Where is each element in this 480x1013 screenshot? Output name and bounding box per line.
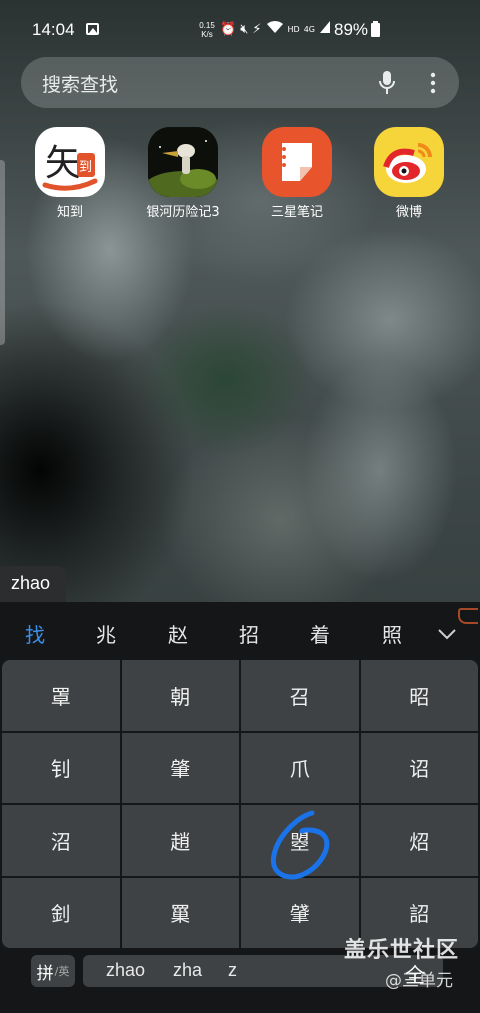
- watermark-author: @三单元: [385, 971, 453, 991]
- zhidao-logo-icon: 矢 到: [42, 143, 98, 191]
- weibo-app-icon[interactable]: [374, 127, 444, 197]
- svg-text:到: 到: [79, 160, 92, 175]
- sticker-icon[interactable]: [458, 608, 478, 624]
- char-key[interactable]: 釗: [2, 877, 120, 948]
- char-key[interactable]: 炤: [360, 805, 478, 876]
- candidate-word[interactable]: 兆: [86, 619, 126, 648]
- app-label: 知到: [56, 205, 83, 220]
- mute-icon: 🔇︎: [240, 22, 249, 37]
- language-main-label: 拼: [36, 963, 54, 984]
- char-key[interactable]: 沼: [2, 805, 120, 876]
- char-key[interactable]: 爪: [241, 732, 359, 803]
- charging-icon: ⚡: [252, 22, 262, 37]
- samsung-notes-app-icon[interactable]: [262, 127, 332, 197]
- chevron-down-icon[interactable]: [437, 628, 457, 640]
- status-icons: ⏰ 🔇︎ ⚡ HD 4G: [220, 20, 331, 40]
- candidate-word[interactable]: 着: [300, 619, 340, 648]
- watermark-title: 盖乐世社区: [344, 938, 460, 963]
- battery-icon: [371, 21, 380, 37]
- candidate-word[interactable]: 赵: [158, 619, 198, 648]
- char-key[interactable]: 罩: [2, 660, 120, 731]
- wifi-icon: [266, 20, 284, 41]
- network-speed-value: 0.15: [199, 21, 215, 30]
- pinyin-option[interactable]: z: [228, 960, 237, 981]
- composing-text: zhao: [0, 566, 66, 602]
- char-key[interactable]: 昭: [360, 660, 478, 731]
- signal-icon: [319, 20, 331, 41]
- char-key[interactable]: 曌: [241, 805, 359, 876]
- search-placeholder[interactable]: 搜索查找: [42, 70, 118, 97]
- char-key[interactable]: 朝: [121, 660, 239, 731]
- pinyin-option[interactable]: zhao: [106, 960, 145, 981]
- app-label: 三星笔记: [270, 205, 323, 220]
- network-type-label: 4G: [303, 25, 316, 34]
- pinyin-option[interactable]: zha: [173, 960, 202, 981]
- more-options-icon[interactable]: [426, 71, 440, 95]
- language-switch-button[interactable]: 拼/英: [31, 955, 75, 987]
- char-key[interactable]: 钊: [2, 732, 120, 803]
- weibo-logo-icon: [383, 143, 432, 183]
- status-bar: 14:04 0.15 K/s ⏰ 🔇︎ ⚡ HD 4G 89%: [0, 0, 480, 60]
- app-weibo[interactable]: 微博: [354, 127, 464, 220]
- app-zhidao[interactable]: 矢 到 知到: [15, 127, 125, 220]
- galaxy-adventure-app-icon[interactable]: [148, 127, 218, 197]
- galaxy-adventure-artwork-icon: [148, 127, 218, 197]
- app-label: 微博: [395, 205, 422, 220]
- app-samsung-notes[interactable]: 三星笔记: [242, 127, 352, 220]
- character-key-grid: 罩 朝 召 昭 钊 肇 爪 诏 沼 趙 曌 炤 釗 罺 肈 詔: [2, 660, 478, 948]
- app-galaxy-adventure[interactable]: 银河历险记3: [128, 127, 238, 220]
- candidate-bar: 找 兆 赵 招 着 照: [0, 602, 480, 660]
- candidate-word[interactable]: 找: [15, 619, 55, 648]
- candidate-word[interactable]: 照: [372, 619, 412, 648]
- edge-panel-handle[interactable]: [0, 160, 5, 345]
- char-key[interactable]: 罺: [121, 877, 239, 948]
- svg-text:矢: 矢: [45, 143, 81, 184]
- notes-page-icon: [282, 143, 312, 181]
- hd-label: HD: [287, 25, 300, 34]
- network-speed-unit: K/s: [201, 30, 213, 39]
- candidate-word[interactable]: 招: [229, 619, 269, 648]
- char-key[interactable]: 趙: [121, 805, 239, 876]
- search-bar[interactable]: 搜索查找: [21, 57, 459, 108]
- microphone-icon[interactable]: [377, 70, 397, 96]
- alarm-icon: ⏰: [220, 22, 237, 37]
- char-key[interactable]: 诏: [360, 732, 478, 803]
- network-speed: 0.15 K/s: [196, 21, 218, 39]
- char-key[interactable]: 肈: [241, 877, 359, 948]
- status-time: 14:04: [32, 20, 75, 39]
- battery-percentage: 89%: [334, 20, 369, 39]
- app-label: 银河历险记3: [146, 205, 220, 220]
- char-key[interactable]: 召: [241, 660, 359, 731]
- char-key[interactable]: 肇: [121, 732, 239, 803]
- zhidao-app-icon[interactable]: 矢 到: [35, 127, 105, 197]
- language-sub-label: /英: [54, 965, 70, 978]
- gallery-notification-icon: [86, 23, 99, 35]
